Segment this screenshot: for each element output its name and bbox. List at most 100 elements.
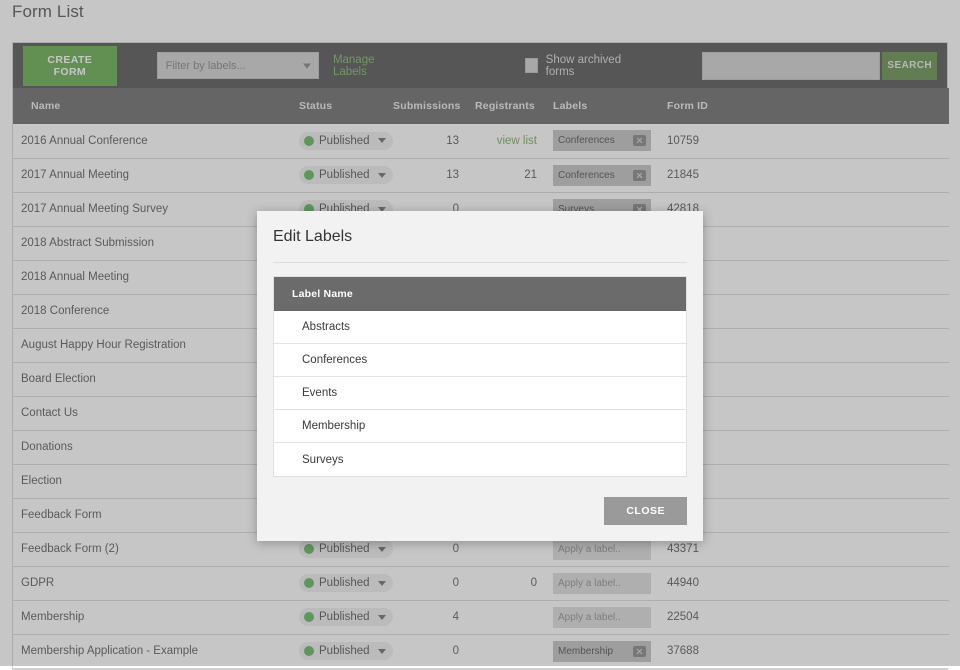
create-form-button[interactable]: CREATE FORM — [23, 45, 117, 86]
apply-label-input[interactable]: Apply a label.. — [553, 538, 651, 560]
cell-form-name[interactable]: 2017 Annual Meeting — [13, 158, 291, 193]
cell-form-name[interactable]: 2018 Abstract Submission — [13, 226, 291, 261]
status-dropdown[interactable]: Published — [299, 574, 393, 592]
cell-form-name[interactable]: Board Election — [13, 362, 291, 397]
apply-label-input[interactable]: Apply a label.. — [553, 572, 651, 594]
status-dot-icon — [304, 544, 314, 554]
chevron-down-icon — [377, 172, 386, 178]
apply-label-placeholder: Apply a label.. — [558, 543, 621, 555]
edit-labels-modal: Edit Labels Label Name Abstracts Conferen… — [257, 211, 703, 541]
show-archived-label: Show archived forms — [545, 53, 622, 78]
cell-submissions[interactable]: 0 — [385, 634, 467, 669]
table-row[interactable]: Membership Published 4 Apply a label.. 22504 — [13, 600, 949, 635]
page-title: Form List — [12, 2, 84, 21]
column-header-registrants[interactable]: Registrants — [467, 88, 545, 124]
column-header-submissions[interactable]: Submissions — [385, 88, 467, 124]
cell-registrants[interactable]: view list — [467, 124, 545, 159]
apply-label-input[interactable]: Apply a label.. — [553, 606, 651, 628]
remove-label-icon[interactable] — [633, 645, 646, 657]
cell-submissions[interactable]: 0 — [385, 566, 467, 601]
label-chip-text: Conferences — [558, 135, 615, 147]
cell-labels: Membership — [545, 634, 659, 669]
table-row[interactable]: GDPR Published 0 0 Apply a label.. 44940 — [13, 566, 949, 601]
cell-labels: Apply a label.. — [545, 566, 659, 601]
list-item[interactable]: Conferences — [274, 344, 686, 377]
search-input[interactable] — [702, 51, 881, 80]
column-header-form-id[interactable]: Form ID — [659, 88, 949, 124]
cell-labels: Apply a label.. — [545, 600, 659, 635]
cell-form-name[interactable]: 2018 Annual Meeting — [13, 260, 291, 295]
cell-form-name[interactable]: 2016 Annual Conference — [13, 124, 291, 159]
cell-status: Published — [291, 124, 393, 159]
filter-by-labels-placeholder: Filter by labels... — [165, 59, 246, 72]
labels-list: Abstracts Conferences Events Membership Surv… — [274, 311, 686, 476]
list-item[interactable]: Membership — [274, 410, 686, 443]
chevron-down-icon — [377, 580, 386, 586]
apply-label-placeholder: Apply a label.. — [558, 577, 621, 589]
modal-title: Edit Labels — [273, 228, 353, 245]
status-dropdown[interactable]: Published — [299, 166, 393, 184]
column-header-labels[interactable]: Labels — [545, 88, 659, 124]
apply-label-placeholder: Apply a label.. — [558, 611, 621, 623]
cell-registrants — [467, 634, 545, 669]
cell-form-name[interactable]: Membership Application - Example — [13, 634, 291, 669]
status-dropdown[interactable]: Published — [299, 642, 393, 660]
cell-labels: Conferences — [545, 124, 659, 159]
label-chip-text: Membership — [558, 645, 614, 657]
column-header-name[interactable]: Name — [13, 88, 291, 124]
list-item[interactable]: Surveys — [274, 443, 686, 476]
cell-form-name[interactable]: 2018 Conference — [13, 294, 291, 329]
status-dropdown[interactable]: Published — [299, 540, 393, 558]
table-header-row: Name Status Submissions Registrants Labe… — [13, 88, 949, 124]
table-row[interactable]: 2017 Annual Meeting Published 13 21 Conferen… — [13, 158, 949, 193]
cell-form-name[interactable]: 2017 Annual Meeting Survey — [13, 192, 291, 227]
remove-label-icon[interactable] — [633, 135, 646, 147]
cell-form-name[interactable]: Membership — [13, 600, 291, 635]
status-dot-icon — [304, 612, 314, 622]
show-archived-checkbox[interactable] — [524, 58, 538, 73]
modal-divider — [273, 262, 687, 263]
view-list-link[interactable]: view list — [497, 135, 537, 147]
filter-by-labels-select[interactable]: Filter by labels... — [156, 52, 319, 79]
cell-form-id: 22504 — [659, 600, 949, 635]
label-chip[interactable]: Conferences — [553, 130, 651, 152]
cell-form-name[interactable]: GDPR — [13, 566, 291, 601]
cell-submissions[interactable]: 13 — [385, 124, 467, 159]
status-dot-icon — [304, 170, 314, 180]
search-button[interactable]: SEARCH — [882, 51, 937, 80]
table-row[interactable]: 2016 Annual Conference Published 13 view li… — [13, 124, 949, 159]
cell-submissions[interactable]: 13 — [385, 158, 467, 193]
cell-form-name[interactable]: Donations — [13, 430, 291, 465]
status-dot-icon — [304, 578, 314, 588]
status-label: Published — [319, 577, 370, 589]
column-header-status[interactable]: Status — [291, 88, 385, 124]
cell-form-name[interactable]: Feedback Form (2) — [13, 532, 291, 567]
remove-label-icon[interactable] — [633, 169, 646, 181]
chevron-down-icon — [377, 138, 386, 144]
label-chip[interactable]: Membership — [553, 640, 651, 662]
status-dropdown[interactable]: Published — [299, 608, 393, 626]
show-archived-forms-toggle[interactable]: Show archived forms — [524, 53, 634, 78]
list-item[interactable]: Events — [274, 377, 686, 410]
status-dot-icon — [304, 135, 314, 146]
status-dropdown[interactable]: Published — [299, 131, 393, 150]
cell-form-name[interactable]: Feedback Form — [13, 498, 291, 533]
list-item[interactable]: Abstracts — [274, 311, 686, 344]
forms-toolbar: CREATE FORM Filter by labels... Manage L… — [13, 43, 947, 88]
cell-form-name[interactable]: Election — [13, 464, 291, 499]
cell-form-id: 37688 — [659, 634, 949, 669]
label-chip[interactable]: Conferences — [553, 164, 651, 186]
close-button[interactable]: CLOSE — [604, 497, 687, 525]
manage-labels-link[interactable]: Manage Labels — [333, 54, 399, 78]
cell-registrants[interactable]: 21 — [467, 158, 545, 193]
cell-form-name[interactable]: Contact Us — [13, 396, 291, 431]
labels-table: Label Name Abstracts Conferences Events Mem… — [273, 276, 687, 477]
label-chip-text: Conferences — [558, 169, 615, 181]
cell-registrants[interactable]: 0 — [467, 566, 545, 601]
chevron-down-icon — [377, 614, 386, 620]
cell-form-name[interactable]: August Happy Hour Registration — [13, 328, 291, 363]
cell-submissions[interactable]: 4 — [385, 600, 467, 635]
forms-table-head: Name Status Submissions Registrants Labe… — [13, 88, 949, 124]
cell-form-id: 10759 — [659, 124, 949, 159]
table-row[interactable]: Membership Application - Example Publishe… — [13, 634, 949, 669]
